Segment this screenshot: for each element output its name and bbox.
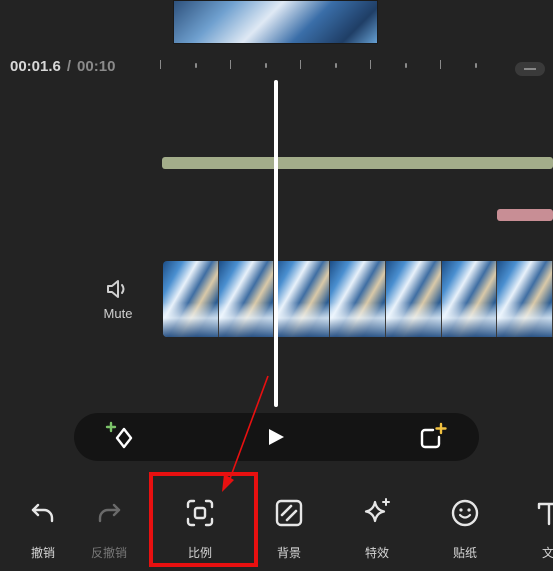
annotation-arrow <box>222 375 269 492</box>
